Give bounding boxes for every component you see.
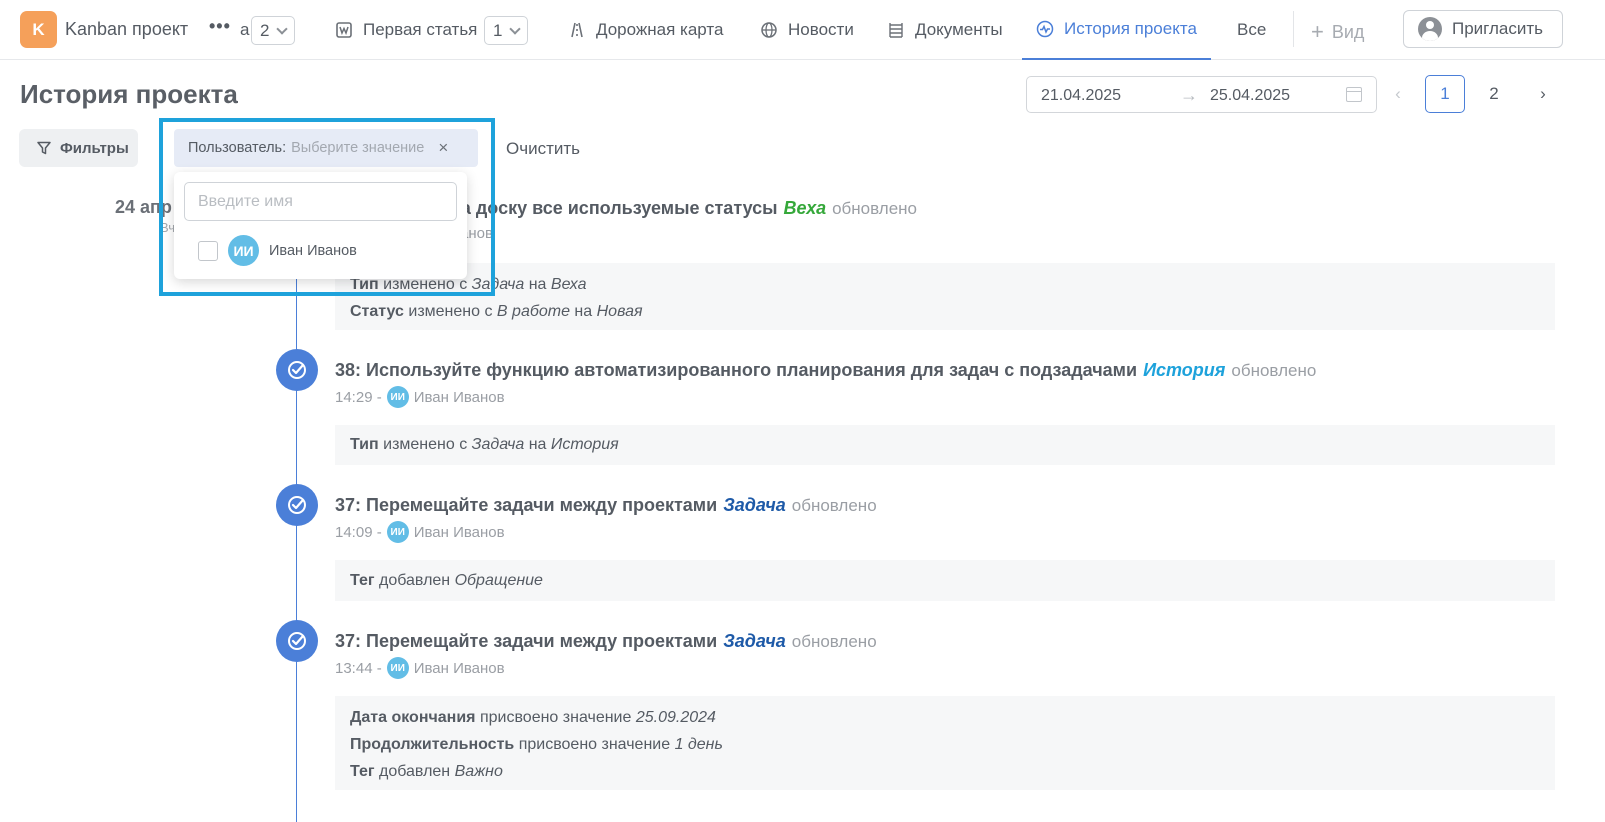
change-line: Тип изменено с Задача на История: [350, 436, 619, 453]
event-meta: 14:29 - ИИ Иван Иванов: [335, 386, 505, 408]
divider: [1293, 11, 1294, 47]
top-navbar: K Kanban проект ••• а 2 Первая статья 1 …: [0, 0, 1605, 60]
globe-icon: [761, 22, 777, 38]
filters-label: Фильтры: [60, 139, 129, 157]
chevron-down-icon: [509, 22, 522, 35]
user-avatar-icon: [1418, 17, 1442, 41]
tab-roadmap[interactable]: Дорожная карта: [568, 0, 723, 60]
event-type: История: [1143, 360, 1226, 380]
project-logo[interactable]: K: [20, 11, 57, 48]
tab-article-select[interactable]: 1: [484, 16, 529, 45]
road-icon: [571, 22, 583, 38]
event-type: Задача: [723, 495, 786, 515]
tab-project-history[interactable]: История проекта: [1022, 0, 1211, 60]
check-circle-icon: [276, 484, 318, 526]
event-action: обновлено: [791, 632, 877, 651]
tab-documents[interactable]: Документы: [887, 0, 1003, 60]
event-title[interactable]: 37: Перемещайте задачи между проектами За…: [335, 495, 877, 516]
change-line: Продолжительность присвоено значение 1 д…: [350, 736, 723, 753]
pagination-page-2[interactable]: 2: [1474, 75, 1514, 113]
tab-label: История проекта: [1064, 19, 1197, 38]
event-title[interactable]: 38: Используйте функцию автоматизированн…: [335, 360, 1316, 381]
avatar: ИИ: [386, 386, 409, 408]
event-meta: 14:09 - ИИ Иван Иванов: [335, 521, 505, 543]
date-to[interactable]: 25.04.2025: [1210, 87, 1290, 105]
change-line: Тег добавлен Обращение: [350, 572, 543, 589]
tab-label: Документы: [915, 20, 1003, 39]
event-title-text[interactable]: на доску все используемые статусы: [450, 198, 778, 218]
date-from[interactable]: 21.04.2025: [1041, 87, 1121, 105]
select-value: 1: [493, 20, 503, 40]
event-user-name: Иван Иванов: [413, 523, 505, 541]
tab-truncated-label[interactable]: а: [240, 20, 249, 40]
event-title[interactable]: на доску все используемые статусы Веха обн…: [450, 198, 917, 219]
check-circle-icon: [276, 620, 318, 662]
event-meta: 13:44 - ИИ Иван Иванов: [335, 657, 505, 679]
calendar-icon[interactable]: [1346, 87, 1362, 102]
event-action: обновлено: [791, 496, 877, 515]
chevron-down-icon: [276, 22, 289, 35]
event-action: обновлено: [1231, 361, 1317, 380]
tab-news[interactable]: Новости: [760, 0, 854, 60]
add-view-button[interactable]: + Вид: [1311, 19, 1364, 45]
pagination-page-1[interactable]: 1: [1425, 75, 1465, 113]
change-line: Тип изменено с Задача на Веха: [350, 276, 587, 293]
arrow-right-icon: →: [1180, 85, 1198, 105]
change-line: Тег добавлен Важно: [350, 763, 503, 780]
pagination-prev[interactable]: ‹: [1378, 75, 1418, 113]
event-action: обновлено: [832, 199, 917, 218]
activity-icon: [1036, 20, 1054, 38]
check-circle-icon: [276, 349, 318, 391]
tab-label: Первая статья: [363, 20, 478, 39]
event-time: 14:09 -: [335, 523, 382, 541]
event-time: 14:29 -: [335, 388, 382, 406]
event-changes: Тип изменено с Задача на Веха Статус изм…: [335, 263, 1555, 330]
more-icon[interactable]: •••: [209, 16, 231, 37]
plus-icon: +: [1311, 19, 1324, 44]
wiki-icon: [336, 22, 352, 38]
select-value: 2: [260, 20, 270, 40]
change-line: Статус изменено с В работе на Новая: [350, 303, 643, 320]
event-type: Веха: [783, 198, 827, 218]
avatar: ИИ: [386, 657, 409, 679]
project-name[interactable]: Kanban проект: [65, 19, 188, 40]
tab-all[interactable]: Все: [1237, 0, 1266, 60]
highlight-frame: [159, 118, 495, 296]
tab-first-article[interactable]: Первая статья: [335, 0, 477, 60]
event-user-name: Иван Иванов: [413, 659, 505, 677]
event-changes: Тип изменено с Задача на История: [335, 425, 1555, 465]
event-title-text[interactable]: 38: Используйте функцию автоматизированн…: [335, 360, 1137, 380]
invite-button[interactable]: Пригласить: [1403, 10, 1563, 48]
clear-filters-button[interactable]: Очистить: [506, 139, 580, 159]
tab-label: Дорожная карта: [596, 20, 724, 39]
event-user-name: Иван Иванов: [413, 388, 505, 406]
event-title-text[interactable]: 37: Перемещайте задачи между проектами: [335, 631, 717, 651]
event-time: 13:44 -: [335, 659, 382, 677]
event-changes: Дата окончания присвоено значение 25.09.…: [335, 696, 1555, 790]
invite-label: Пригласить: [1452, 19, 1544, 38]
filters-button[interactable]: Фильтры: [19, 129, 138, 167]
documents-icon: [889, 23, 903, 38]
tab-label: Все: [1237, 20, 1267, 39]
filter-icon: [37, 141, 51, 155]
avatar: ИИ: [386, 521, 409, 543]
event-changes: Тег добавлен Обращение: [335, 560, 1555, 601]
event-title-text[interactable]: 37: Перемещайте задачи между проектами: [335, 495, 717, 515]
tab-label: Новости: [788, 20, 854, 39]
date-range-picker[interactable]: 21.04.2025 → 25.04.2025: [1026, 76, 1377, 113]
event-title[interactable]: 37: Перемещайте задачи между проектами За…: [335, 631, 877, 652]
pagination-next[interactable]: ›: [1523, 75, 1563, 113]
page-title: История проекта: [20, 79, 238, 109]
add-view-label: Вид: [1331, 21, 1365, 42]
tab-version-select[interactable]: 2: [251, 16, 296, 45]
event-type: Задача: [723, 631, 786, 651]
change-line: Дата окончания присвоено значение 25.09.…: [350, 709, 716, 726]
